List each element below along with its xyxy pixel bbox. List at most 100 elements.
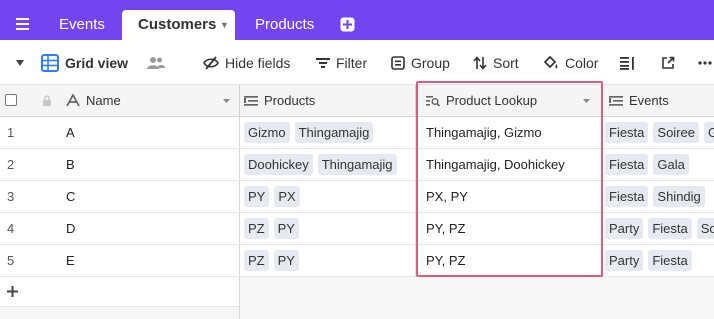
linked-record-chip[interactable]: Party xyxy=(605,218,644,239)
linked-record-chip[interactable]: Fiesta xyxy=(648,218,692,239)
hide-fields-icon xyxy=(203,55,219,70)
table-row[interactable]: 4 D PZ PY PY, PZ Party Fiesta Soiree xyxy=(0,213,714,245)
products-cell[interactable]: PY PX xyxy=(240,181,416,212)
tab-customers[interactable]: Customers ▼ xyxy=(122,10,235,40)
name-cell[interactable]: E xyxy=(60,245,240,276)
name-cell[interactable]: C xyxy=(60,181,240,212)
events-cell[interactable]: Fiesta Gala xyxy=(603,149,714,180)
linked-record-chip[interactable]: PZ xyxy=(244,250,269,271)
linked-record-chip[interactable]: Party xyxy=(605,250,644,271)
products-cell[interactable]: Gizmo Thingamajig xyxy=(240,117,416,148)
more-options-button[interactable] xyxy=(698,40,712,85)
column-header-products[interactable]: Products xyxy=(240,85,416,116)
linked-record-chip[interactable]: PY xyxy=(273,218,299,239)
add-record-row[interactable] xyxy=(0,277,240,307)
paint-bucket-icon xyxy=(543,55,558,69)
lookup-field-icon xyxy=(426,95,440,107)
views-toggle-button[interactable] xyxy=(15,40,25,85)
linked-record-chip[interactable]: Gala xyxy=(703,122,714,143)
events-cell[interactable]: Fiesta Soiree Gala xyxy=(603,117,714,148)
name-cell[interactable]: D xyxy=(60,213,240,244)
product-lookup-cell[interactable]: PX, PY xyxy=(416,181,603,212)
column-header-name-label: Name xyxy=(86,93,121,108)
linked-record-chip[interactable]: Doohickey xyxy=(244,154,313,175)
linked-record-chip[interactable]: PZ xyxy=(244,218,269,239)
linked-record-chip[interactable]: Shindig xyxy=(653,186,705,207)
linked-record-chip[interactable]: Gala xyxy=(653,154,689,175)
events-cell[interactable]: Fiesta Shindig xyxy=(603,181,714,212)
filter-button[interactable]: Filter xyxy=(316,40,367,85)
linked-record-chip[interactable]: Fiesta xyxy=(605,122,649,143)
sort-button[interactable]: Sort xyxy=(473,40,519,85)
row-height-button[interactable] xyxy=(620,40,636,85)
hamburger-menu-icon[interactable] xyxy=(10,11,36,37)
product-lookup-cell[interactable]: PY, PZ xyxy=(416,245,603,276)
select-all-checkbox[interactable] xyxy=(5,94,17,106)
table-row[interactable]: 5 E PZ PY PY, PZ Party Fiesta xyxy=(0,245,714,277)
chevron-down-icon[interactable] xyxy=(222,96,231,105)
tab-products[interactable]: Products xyxy=(255,10,314,40)
plus-icon xyxy=(7,286,18,297)
column-header-name[interactable]: Name xyxy=(60,85,240,116)
products-cell[interactable]: PZ PY xyxy=(240,213,416,244)
linked-record-icon xyxy=(244,95,258,106)
linked-record-chip[interactable]: Fiesta xyxy=(605,186,649,207)
linked-record-chip[interactable]: PY xyxy=(273,250,299,271)
view-toolbar: Grid view Hide fields Filter Group Sort xyxy=(0,40,714,85)
color-button[interactable]: Color xyxy=(543,40,598,85)
row-number: 1 xyxy=(7,125,15,140)
column-header-events-label: Events xyxy=(629,93,669,108)
name-cell[interactable]: A xyxy=(60,117,240,148)
lock-icon xyxy=(43,95,51,106)
table-row[interactable]: 2 B Doohickey Thingamajig Thingamajig, D… xyxy=(0,149,714,181)
text-field-icon xyxy=(66,94,80,107)
view-name: Grid view xyxy=(65,54,129,71)
events-cell[interactable]: Party Fiesta Soiree xyxy=(603,213,714,244)
chevron-down-icon[interactable] xyxy=(582,96,591,105)
group-icon xyxy=(391,55,405,70)
linked-record-chip[interactable]: Soiree xyxy=(696,218,714,239)
caret-down-icon xyxy=(16,59,24,66)
collaborators-button[interactable] xyxy=(147,40,165,85)
filter-icon xyxy=(316,57,330,68)
row-number: 4 xyxy=(7,221,15,236)
name-cell[interactable]: B xyxy=(60,149,240,180)
column-header-products-label: Products xyxy=(264,93,316,108)
tab-products-label: Products xyxy=(255,16,315,33)
table-row[interactable]: 3 C PY PX PX, PY Fiesta Shindig xyxy=(0,181,714,213)
grid-view-switcher[interactable]: Grid view xyxy=(41,40,128,85)
add-table-icon[interactable] xyxy=(340,17,355,32)
linked-record-chip[interactable]: Fiesta xyxy=(648,250,692,271)
product-lookup-cell[interactable]: Thingamajig, Doohickey xyxy=(416,149,603,180)
row-height-icon xyxy=(620,56,634,70)
product-lookup-cell[interactable]: Thingamajig, Gizmo xyxy=(416,117,603,148)
more-icon xyxy=(698,60,712,65)
row-number: 5 xyxy=(7,253,15,268)
products-cell[interactable]: Doohickey Thingamajig xyxy=(240,149,416,180)
row-number: 3 xyxy=(7,189,15,204)
grid-footer-left xyxy=(0,307,240,319)
hide-fields-button[interactable]: Hide fields xyxy=(203,40,290,85)
linked-record-chip[interactable]: Thingamajig xyxy=(294,122,374,143)
column-header-events[interactable]: Events xyxy=(603,85,714,116)
table-row[interactable]: 1 A Gizmo Thingamajig Thingamajig, Gizmo… xyxy=(0,117,714,149)
people-icon xyxy=(147,56,165,69)
column-header-product-lookup[interactable]: Product Lookup xyxy=(416,85,603,116)
group-button[interactable]: Group xyxy=(391,40,450,85)
linked-record-chip[interactable]: Soiree xyxy=(653,122,699,143)
tab-events-label: Events xyxy=(59,16,105,33)
linked-record-chip[interactable]: Thingamajig xyxy=(317,154,397,175)
linked-record-chip[interactable]: Gizmo xyxy=(244,122,290,143)
hide-fields-label: Hide fields xyxy=(225,54,291,71)
events-cell[interactable]: Party Fiesta xyxy=(603,245,714,276)
tab-events[interactable]: Events xyxy=(59,10,105,40)
products-cell[interactable]: PZ PY xyxy=(240,245,416,276)
linked-record-chip[interactable]: Fiesta xyxy=(605,154,649,175)
linked-record-chip[interactable]: PX xyxy=(274,186,300,207)
linked-record-chip[interactable]: PY xyxy=(244,186,270,207)
share-view-button[interactable] xyxy=(661,40,675,85)
table-tab-bar: Events Customers ▼ Products xyxy=(0,0,714,40)
chevron-down-icon[interactable]: ▼ xyxy=(220,10,229,40)
product-lookup-cell[interactable]: PY, PZ xyxy=(416,213,603,244)
filter-label: Filter xyxy=(336,54,368,71)
